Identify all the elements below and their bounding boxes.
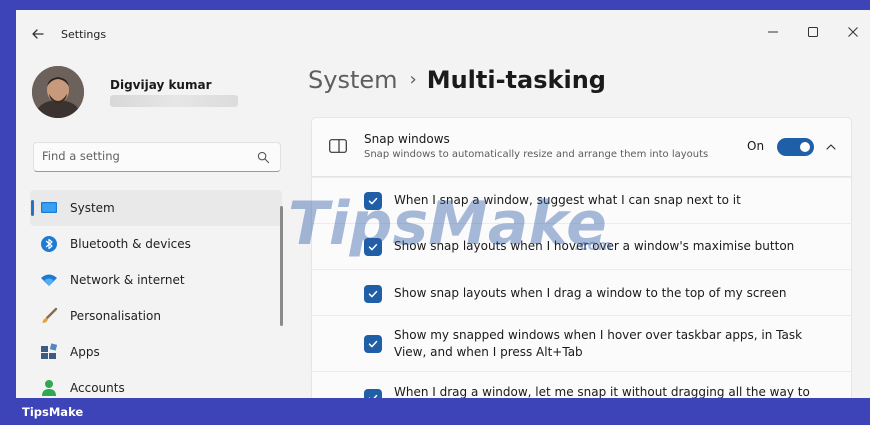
toggle-state-label: On — [747, 139, 765, 153]
breadcrumb-parent[interactable]: System — [308, 66, 398, 94]
checkmark-icon — [368, 340, 378, 348]
settings-window: Settings Digvijay kumar Find a setting S… — [16, 10, 870, 398]
back-arrow-icon[interactable] — [30, 26, 46, 42]
page-title: Multi-tasking — [426, 66, 606, 94]
user-name: Digvijay kumar — [110, 78, 212, 92]
apps-icon — [41, 343, 58, 359]
sidebar-item-accounts[interactable]: Accounts — [30, 370, 282, 398]
checkbox[interactable] — [364, 285, 382, 303]
minimize-button[interactable] — [761, 20, 785, 44]
breadcrumb: System › Multi-tasking — [308, 66, 606, 102]
footer-brand: TipsMake — [22, 405, 84, 419]
bluetooth-icon — [41, 236, 57, 252]
sidebar-item-label: Accounts — [70, 381, 125, 395]
wifi-icon — [41, 274, 57, 286]
sidebar-item-label: Apps — [70, 345, 100, 359]
snap-option-suggest[interactable]: When I snap a window, suggest what I can… — [311, 177, 852, 223]
checkbox[interactable] — [364, 335, 382, 353]
option-label: Show snap layouts when I drag a window t… — [394, 286, 787, 300]
option-label: Show snap layouts when I hover over a wi… — [394, 239, 795, 253]
snap-option-drag-snap[interactable]: When I drag a window, let me snap it wit… — [311, 371, 852, 398]
toggle-knob — [800, 142, 810, 152]
system-display-icon — [41, 202, 57, 213]
search-input[interactable] — [42, 149, 242, 163]
snap-windows-description: Snap windows to automatically resize and… — [364, 149, 709, 160]
sidebar-item-label: System — [70, 201, 115, 215]
checkmark-icon — [368, 243, 378, 251]
checkmark-icon — [368, 290, 378, 298]
sidebar-item-label: Personalisation — [70, 309, 161, 323]
sidebar-nav: System Bluetooth & devices Network & int… — [30, 190, 282, 398]
option-label: When I snap a window, suggest what I can… — [394, 193, 741, 207]
snap-option-taskbar[interactable]: Show my snapped windows when I hover ove… — [311, 315, 852, 371]
option-label: When I drag a window, let me snap it wit… — [394, 385, 810, 398]
close-icon — [848, 27, 858, 37]
footer-bar: TipsMake — [0, 398, 870, 425]
sidebar-item-personalisation[interactable]: Personalisation — [30, 298, 282, 334]
snap-windows-toggle[interactable] — [777, 138, 814, 156]
snap-windows-title: Snap windows — [364, 132, 450, 146]
person-icon — [42, 380, 56, 396]
checkbox[interactable] — [364, 192, 382, 210]
maximize-button[interactable] — [801, 20, 825, 44]
snap-option-hover-maximise[interactable]: Show snap layouts when I hover over a wi… — [311, 223, 852, 269]
sidebar-item-apps[interactable]: Apps — [30, 334, 282, 370]
sidebar-scrollbar[interactable] — [280, 206, 283, 326]
sidebar-item-bluetooth[interactable]: Bluetooth & devices — [30, 226, 282, 262]
search-box[interactable] — [33, 142, 281, 172]
app-title: Settings — [61, 28, 107, 41]
snap-option-drag-top[interactable]: Show snap layouts when I drag a window t… — [311, 269, 852, 315]
chevron-up-icon[interactable] — [824, 140, 838, 154]
sidebar-item-label: Network & internet — [70, 273, 185, 287]
sidebar-item-system[interactable]: System — [30, 190, 282, 226]
breadcrumb-separator: › — [409, 69, 417, 90]
sidebar-item-label: Bluetooth & devices — [70, 237, 191, 251]
sidebar-item-network[interactable]: Network & internet — [30, 262, 282, 298]
avatar-photo-icon — [32, 66, 84, 118]
active-indicator — [31, 200, 34, 216]
brush-icon — [42, 307, 58, 323]
option-label: Show my snapped windows when I hover ove… — [394, 328, 803, 359]
minimize-icon — [768, 31, 778, 33]
user-email-redacted — [110, 95, 238, 107]
close-button[interactable] — [841, 20, 865, 44]
maximize-icon — [808, 27, 818, 37]
checkbox[interactable] — [364, 238, 382, 256]
snap-windows-header[interactable]: Snap windows Snap windows to automatical… — [311, 117, 852, 177]
search-icon[interactable] — [257, 151, 270, 164]
title-bar: Settings — [16, 10, 870, 58]
checkbox[interactable] — [364, 389, 382, 398]
snap-windows-icon — [329, 139, 347, 153]
checkmark-icon — [368, 197, 378, 205]
snap-settings-group: Snap windows Snap windows to automatical… — [311, 117, 852, 398]
avatar — [32, 66, 84, 118]
